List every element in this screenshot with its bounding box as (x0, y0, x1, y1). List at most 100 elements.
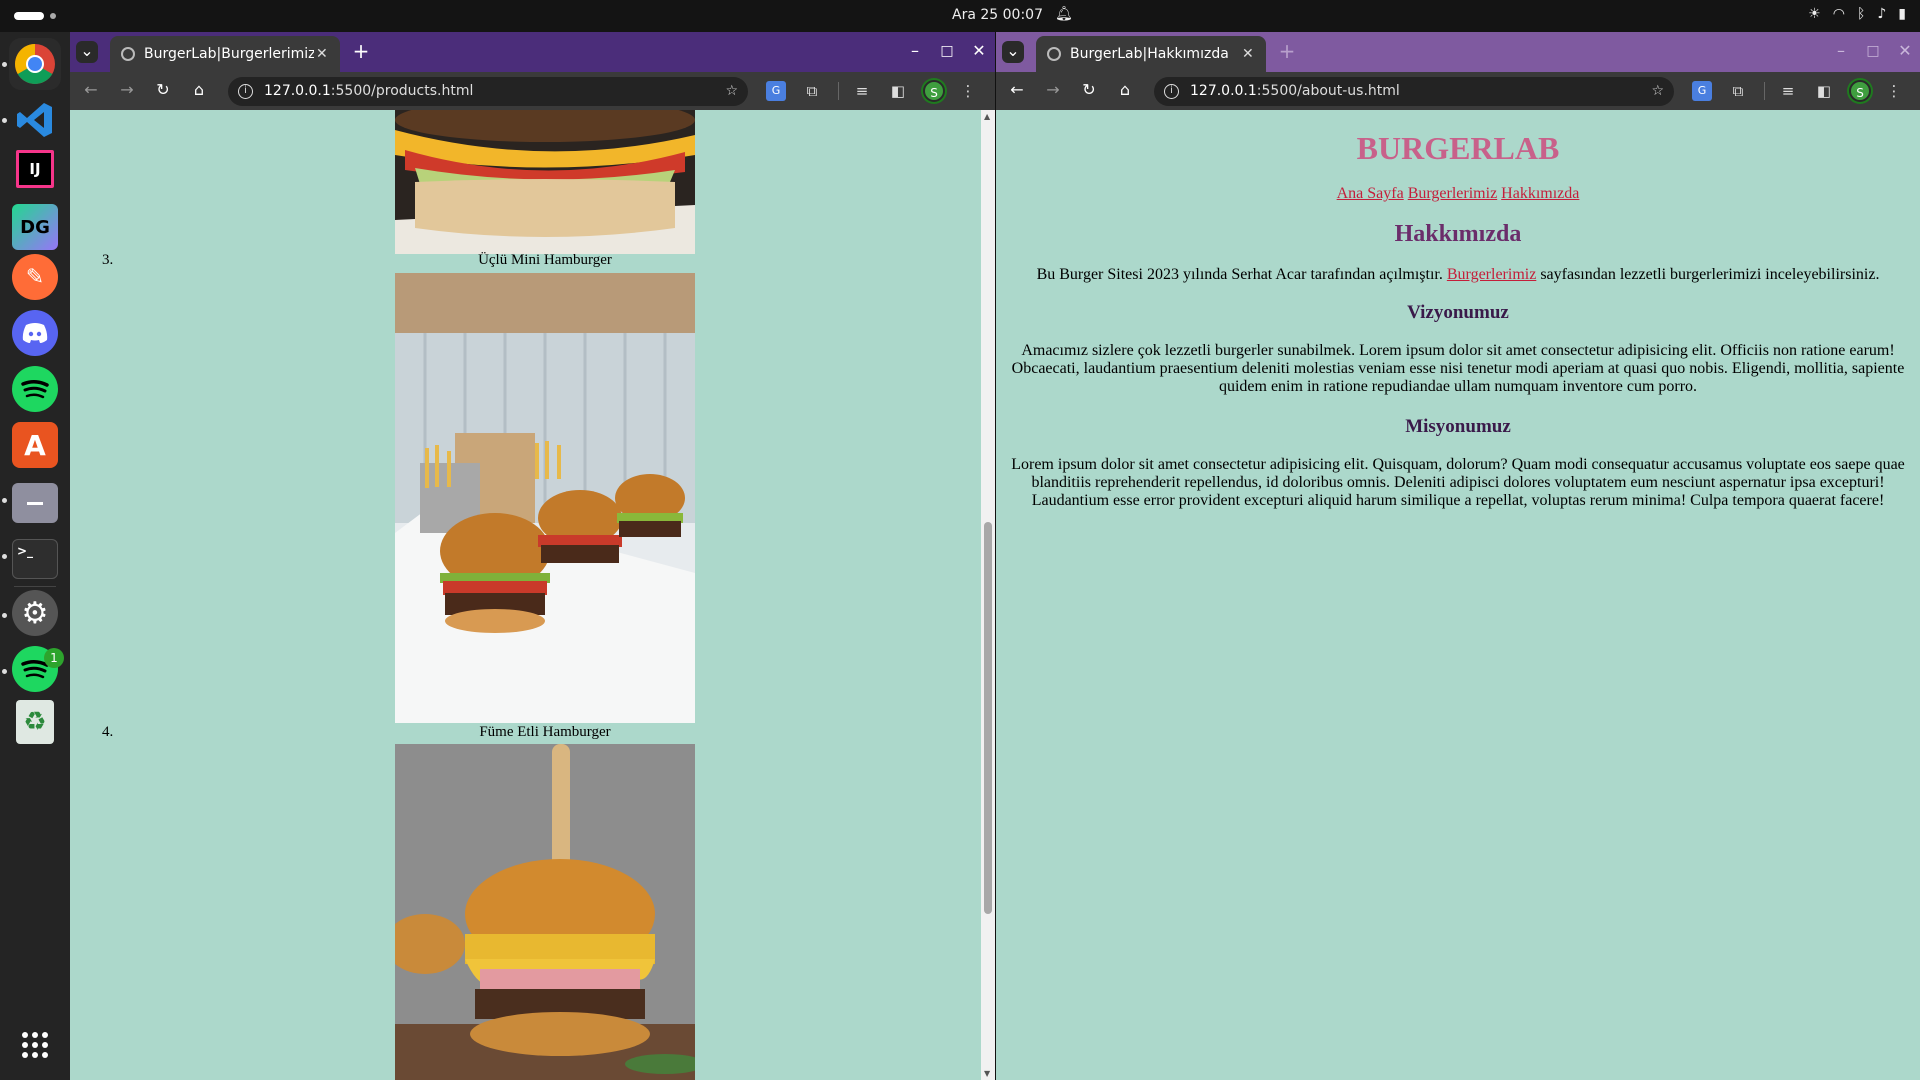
system-tray[interactable]: ☀ ◠ ᛒ ♪ ▮ (1808, 6, 1906, 22)
toolbar: ← → ↻ ⌂ i 127.0.0.1:5500/products.html ☆… (70, 72, 995, 110)
battery-icon: ▮ (1898, 6, 1906, 22)
bluetooth-icon: ᛒ (1856, 6, 1866, 22)
scroll-down-icon[interactable]: ▼ (984, 1069, 990, 1078)
intellij-icon[interactable]: IJ (16, 150, 54, 188)
home-icon[interactable]: ⌂ (188, 80, 210, 102)
tab-products[interactable]: BurgerLab|Burgerlerimiz ✕ (110, 36, 340, 72)
bookmark-star-icon[interactable]: ☆ (1651, 77, 1664, 106)
home-icon[interactable]: ⌂ (1114, 80, 1136, 102)
profile-avatar[interactable]: S (923, 80, 945, 102)
reload-icon[interactable]: ↻ (152, 80, 174, 102)
workspace-dot (50, 13, 56, 19)
translate-icon[interactable]: G (1692, 81, 1712, 101)
wifi-icon: ◠ (1832, 6, 1845, 22)
reload-icon[interactable]: ↻ (1078, 80, 1100, 102)
list-number: 4. (102, 724, 114, 740)
side-panel-icon[interactable]: ◧ (888, 81, 908, 101)
translate-icon[interactable]: G (766, 81, 786, 101)
vscode-icon[interactable] (9, 94, 61, 146)
profile-avatar[interactable]: S (1849, 80, 1871, 102)
page-heading: Hakkımızda (1394, 221, 1522, 247)
system-top-bar: Ara 25 00:07 🔔︎ ☀ ◠ ᛒ ♪ ▮ (0, 0, 1920, 32)
maximize-icon[interactable]: □ (936, 41, 958, 63)
brightness-icon: ☀ (1808, 6, 1821, 22)
close-window-icon[interactable]: ✕ (1894, 41, 1916, 63)
forward-icon[interactable]: → (116, 80, 138, 102)
mission-paragraph: Lorem ipsum dolor sit amet consectetur a… (1011, 456, 1905, 509)
nav-link-home[interactable]: Ana Sayfa (1337, 185, 1404, 202)
bookmark-star-icon[interactable]: ☆ (725, 77, 738, 106)
chrome-icon[interactable] (9, 38, 61, 90)
close-window-icon[interactable]: ✕ (968, 41, 990, 63)
main-nav: Ana Sayfa Burgerlerimiz Hakkımızda (996, 185, 1920, 203)
discord-icon[interactable] (12, 310, 58, 356)
back-icon[interactable]: ← (80, 80, 102, 102)
datagrip-icon[interactable]: DG (12, 204, 58, 250)
side-panel-icon[interactable]: ◧ (1814, 81, 1834, 101)
address-bar[interactable]: i 127.0.0.1:5500/about-us.html ☆ (1154, 77, 1674, 106)
minimize-icon[interactable]: – (904, 41, 926, 63)
maximize-icon[interactable]: □ (1862, 41, 1884, 63)
close-tab-icon[interactable]: ✕ (316, 36, 328, 72)
scrollbar[interactable]: ▲ ▼ (981, 110, 995, 1080)
scrollbar-thumb[interactable] (984, 522, 992, 914)
back-icon[interactable]: ← (1006, 80, 1028, 102)
notification-badge: 1 (44, 648, 64, 668)
spotify-icon[interactable] (12, 366, 58, 412)
tab-search-chevron-icon[interactable]: ⌄ (76, 41, 98, 63)
burger-image-2 (395, 110, 695, 254)
intro-burgers-link[interactable]: Burgerlerimiz (1447, 266, 1536, 283)
tab-bar: ⌄ BurgerLab|Hakkımızda ✕ + – □ ✕ (996, 32, 1920, 72)
volume-icon: ♪ (1877, 6, 1887, 22)
new-tab-icon[interactable]: + (1276, 41, 1298, 63)
site-title: BURGERLAB (1356, 130, 1560, 166)
minimize-icon[interactable]: – (1830, 41, 1852, 63)
tab-title: BurgerLab|Burgerlerimiz (144, 46, 314, 62)
globe-icon (121, 47, 135, 61)
about-content: BURGERLAB Ana Sayfa Burgerlerimiz Hakkım… (996, 110, 1920, 510)
url-path: :5500/about-us.html (1256, 83, 1400, 99)
notification-bell-icon[interactable]: 🔔︎ (1055, 6, 1073, 22)
extensions-icon[interactable]: ⧉ (802, 81, 822, 101)
toolbar: ← → ↻ ⌂ i 127.0.0.1:5500/about-us.html ☆… (996, 72, 1920, 110)
extensions-icon[interactable]: ⧉ (1728, 81, 1748, 101)
settings-icon[interactable]: ⚙ (12, 590, 58, 636)
burger-image-3 (395, 273, 695, 723)
close-tab-icon[interactable]: ✕ (1242, 36, 1254, 72)
scroll-up-icon[interactable]: ▲ (984, 112, 990, 121)
app-center-icon[interactable]: A (12, 422, 58, 468)
files-icon[interactable] (12, 483, 58, 523)
burger-image-4 (395, 744, 695, 1080)
new-tab-icon[interactable]: + (350, 41, 372, 63)
trash-icon[interactable]: ♻ (16, 700, 54, 744)
globe-icon (1047, 47, 1061, 61)
terminal-icon[interactable]: >_ (12, 539, 58, 579)
intro-paragraph: Bu Burger Sitesi 2023 yılında Serhat Aca… (996, 266, 1920, 284)
product-name: Füme Etli Hamburger (479, 724, 611, 740)
app-grid-icon[interactable] (12, 1022, 58, 1068)
menu-kebab-icon[interactable]: ⋮ (1884, 81, 1904, 101)
url-path: :5500/products.html (330, 83, 474, 99)
postman-icon[interactable]: ✎ (12, 254, 58, 300)
product-name: Üçlü Mini Hamburger (478, 252, 612, 268)
media-controls-icon[interactable]: ≡ (1778, 81, 1798, 101)
clock[interactable]: Ara 25 00:07 (952, 7, 1043, 23)
media-controls-icon[interactable]: ≡ (852, 81, 872, 101)
menu-kebab-icon[interactable]: ⋮ (958, 81, 978, 101)
intro-text-end: sayfasından lezzetli burgerlerimizi ince… (1540, 266, 1880, 283)
tab-about[interactable]: BurgerLab|Hakkımızda ✕ (1036, 36, 1266, 72)
address-bar[interactable]: i 127.0.0.1:5500/products.html ☆ (228, 77, 748, 106)
site-info-icon[interactable]: i (1164, 84, 1179, 99)
mission-heading: Misyonumuz (1405, 416, 1511, 437)
vision-paragraph: Amacımız sizlere çok lezzetli burgerler … (1011, 342, 1905, 395)
tab-search-chevron-icon[interactable]: ⌄ (1002, 41, 1024, 63)
tab-bar: ⌄ BurgerLab|Burgerlerimiz ✕ + – □ ✕ (70, 32, 995, 72)
nav-link-burgers[interactable]: Burgerlerimiz (1408, 185, 1497, 202)
intro-text: Bu Burger Sitesi 2023 yılında Serhat Aca… (1036, 266, 1443, 283)
list-number: 3. (102, 252, 114, 268)
dock: IJ DG ✎ A >_ ⚙ 1 ♻ (0, 32, 70, 1080)
site-info-icon[interactable]: i (238, 84, 253, 99)
activities-indicator[interactable] (14, 12, 44, 20)
nav-link-about[interactable]: Hakkımızda (1501, 185, 1579, 202)
forward-icon[interactable]: → (1042, 80, 1064, 102)
